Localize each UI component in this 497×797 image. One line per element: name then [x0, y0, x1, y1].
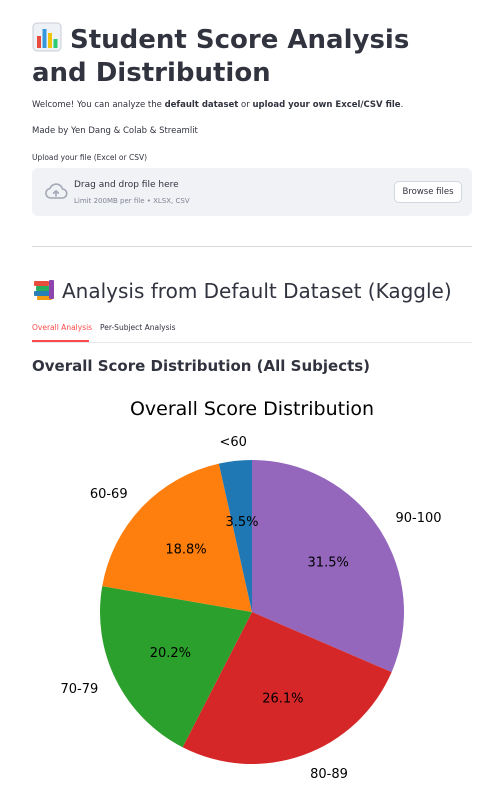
- welcome-prefix: Welcome! You can analyze the: [32, 100, 165, 110]
- cloud-upload-icon: [45, 183, 68, 199]
- slice-percent-label: 31.5%: [308, 555, 349, 570]
- active-tab-indicator: [32, 340, 89, 342]
- pie-chart: Overall Score Distribution 31.5% 90-100 26…: [61, 398, 442, 782]
- books-icon: [34, 280, 54, 300]
- page-title: Student Score Analysis and Distribution: [32, 22, 472, 90]
- slice-percent-label: 26.1%: [262, 691, 303, 706]
- tab-per-subject-analysis[interactable]: Per-Subject Analysis: [100, 323, 176, 332]
- chart-subheader: Overall Score Distribution (All Subjects…: [32, 357, 371, 375]
- browse-files-button[interactable]: Browse files: [394, 181, 462, 203]
- tab-bar: Overall Analysis Per-Subject Analysis: [32, 318, 472, 343]
- dropzone-limit: Limit 200MB per file • XLSX, CSV: [74, 197, 190, 205]
- divider: [32, 246, 472, 247]
- slice-category-label: <60: [219, 435, 246, 450]
- credits-text: Made by Yen Dang & Colab & Streamlit: [32, 126, 198, 136]
- slice-category-label: 60-69: [90, 487, 128, 502]
- uploader-label: Upload your file (Excel or CSV): [32, 153, 148, 162]
- slice-percent-label: 20.2%: [150, 646, 191, 661]
- slice-category-label: 80-89: [310, 767, 348, 782]
- welcome-upload-own: upload your own Excel/CSV file: [252, 100, 401, 110]
- slice-percent-label: 3.5%: [225, 515, 258, 530]
- section-title-text: Analysis from Default Dataset (Kaggle): [62, 279, 452, 303]
- section-title: Analysis from Default Dataset (Kaggle): [32, 279, 452, 303]
- slice-percent-label: 18.8%: [165, 543, 206, 558]
- tab-overall-analysis[interactable]: Overall Analysis: [32, 323, 92, 332]
- welcome-suffix: .: [400, 100, 404, 110]
- welcome-text: Welcome! You can analyze the default dat…: [32, 100, 403, 110]
- slice-category-label: 90-100: [396, 511, 442, 526]
- file-dropzone[interactable]: Drag and drop file here Limit 200MB per …: [32, 168, 472, 216]
- welcome-default-dataset: default dataset: [164, 100, 239, 110]
- welcome-mid: or: [238, 100, 253, 110]
- bar-chart-icon: [32, 22, 62, 52]
- chart-title: Overall Score Distribution: [130, 398, 374, 420]
- page-title-text: Student Score Analysis and Distribution: [32, 25, 410, 88]
- dropzone-instructions: Drag and drop file here: [74, 180, 179, 190]
- slice-category-label: 70-79: [61, 682, 99, 697]
